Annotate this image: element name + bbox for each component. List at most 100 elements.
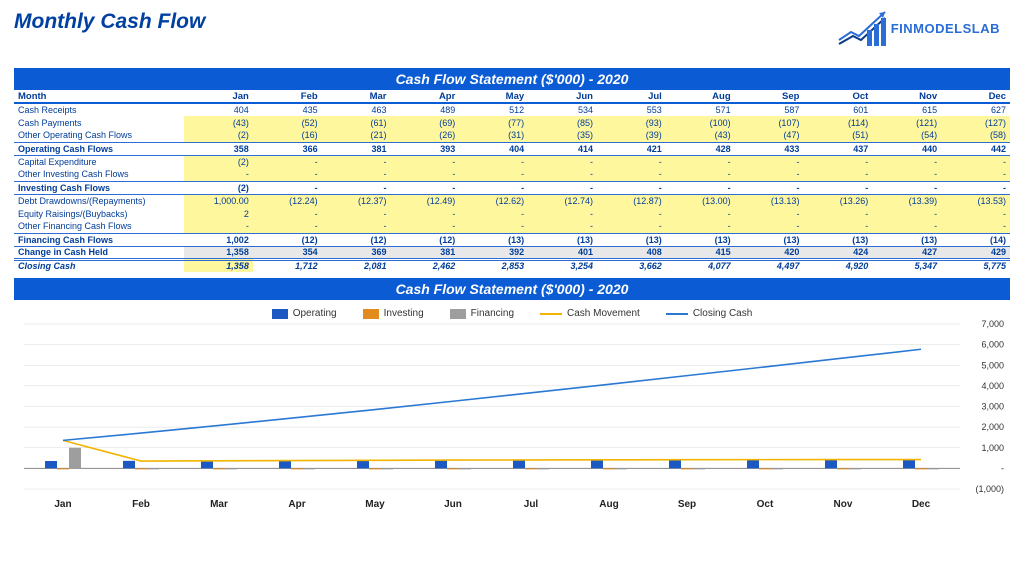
cell: 358 — [184, 142, 253, 155]
cell: 4,920 — [803, 259, 872, 272]
cell: 408 — [597, 246, 666, 259]
cell: - — [459, 220, 528, 233]
cell: - — [666, 181, 735, 194]
cell: - — [528, 155, 597, 168]
svg-text:1,000: 1,000 — [981, 443, 1004, 453]
cell: (114) — [803, 116, 872, 129]
svg-text:May: May — [365, 499, 385, 510]
cell: (13) — [872, 233, 941, 246]
table-row: Investing Cash Flows(2)----------- — [14, 181, 1010, 194]
cell: (12.37) — [322, 194, 391, 207]
cell: (85) — [528, 116, 597, 129]
cell: 440 — [872, 142, 941, 155]
chart-legend: Operating Investing Financing Cash Movem… — [14, 304, 1010, 319]
cell: (13.39) — [872, 194, 941, 207]
cell: (2) — [184, 181, 253, 194]
cell: (26) — [390, 129, 459, 142]
cell: (14) — [941, 233, 1010, 246]
cell: - — [872, 207, 941, 220]
cell: (13.26) — [803, 194, 872, 207]
legend-item-closing-cash: Closing Cash — [666, 308, 752, 319]
cell: - — [253, 181, 322, 194]
row-label: Other Financing Cash Flows — [14, 220, 184, 233]
legend-item-investing: Investing — [363, 308, 424, 319]
cell: 428 — [666, 142, 735, 155]
cell: - — [459, 207, 528, 220]
cell: (77) — [459, 116, 528, 129]
cell: - — [666, 155, 735, 168]
row-label: Other Investing Cash Flows — [14, 168, 184, 181]
cell: 5,347 — [872, 259, 941, 272]
cell: - — [322, 181, 391, 194]
cell: - — [390, 207, 459, 220]
cell: 420 — [735, 246, 804, 259]
table-row: Other Investing Cash Flows------------ — [14, 168, 1010, 181]
cell: (43) — [666, 129, 735, 142]
cell: - — [322, 207, 391, 220]
cell: - — [184, 220, 253, 233]
cell: 615 — [872, 103, 941, 116]
cell: - — [459, 155, 528, 168]
svg-text:6,000: 6,000 — [981, 340, 1004, 350]
cell: 404 — [184, 103, 253, 116]
legend-item-operating: Operating — [272, 308, 337, 319]
cell: (12) — [322, 233, 391, 246]
cell: 393 — [390, 142, 459, 155]
cell: 571 — [666, 103, 735, 116]
cell: - — [459, 168, 528, 181]
header-month: Nov — [872, 90, 941, 103]
cell: 433 — [735, 142, 804, 155]
legend-item-cash-movement: Cash Movement — [540, 308, 640, 319]
cell: - — [872, 155, 941, 168]
header-month: Apr — [390, 90, 459, 103]
cell: (121) — [872, 116, 941, 129]
cell: - — [390, 220, 459, 233]
cell: - — [322, 168, 391, 181]
cell: (93) — [597, 116, 666, 129]
cell: 421 — [597, 142, 666, 155]
svg-text:Mar: Mar — [210, 499, 228, 510]
cell: 392 — [459, 246, 528, 259]
cell: (12) — [253, 233, 322, 246]
cell: 442 — [941, 142, 1010, 155]
cell: - — [253, 168, 322, 181]
cell: - — [390, 168, 459, 181]
cell: (13.53) — [941, 194, 1010, 207]
cell: - — [253, 155, 322, 168]
cell: - — [390, 155, 459, 168]
row-label: Cash Receipts — [14, 103, 184, 116]
cashflow-table: Month Jan Feb Mar Apr May Jun Jul Aug Se… — [14, 90, 1010, 272]
table-row: Equity Raisings/(Buybacks)2----------- — [14, 207, 1010, 220]
row-label: Capital Expenditure — [14, 155, 184, 168]
header-month: Sep — [735, 90, 804, 103]
cell: (13) — [803, 233, 872, 246]
cell: (100) — [666, 116, 735, 129]
cell: 4,497 — [735, 259, 804, 272]
cell: - — [872, 181, 941, 194]
cell: 437 — [803, 142, 872, 155]
cell: 3,254 — [528, 259, 597, 272]
cell: 512 — [459, 103, 528, 116]
cell: (54) — [872, 129, 941, 142]
cell: (13) — [459, 233, 528, 246]
cell: - — [253, 207, 322, 220]
cell: - — [597, 207, 666, 220]
cell: - — [735, 155, 804, 168]
brand-logo: FINMODELSLAB — [837, 8, 1000, 48]
cell: (51) — [803, 129, 872, 142]
table-row: Cash Payments(43)(52)(61)(69)(77)(85)(93… — [14, 116, 1010, 129]
cell: 415 — [666, 246, 735, 259]
cell: 1,712 — [253, 259, 322, 272]
table-row: Closing Cash1,3581,7122,0812,4622,8533,2… — [14, 259, 1010, 272]
cell: 435 — [253, 103, 322, 116]
cell: (39) — [597, 129, 666, 142]
cell: 401 — [528, 246, 597, 259]
cell: - — [666, 207, 735, 220]
cell: (13) — [597, 233, 666, 246]
cell: - — [666, 220, 735, 233]
table-row: Capital Expenditure(2)----------- — [14, 155, 1010, 168]
cell: - — [803, 181, 872, 194]
cell: 4,077 — [666, 259, 735, 272]
cell: (58) — [941, 129, 1010, 142]
cell: - — [803, 207, 872, 220]
